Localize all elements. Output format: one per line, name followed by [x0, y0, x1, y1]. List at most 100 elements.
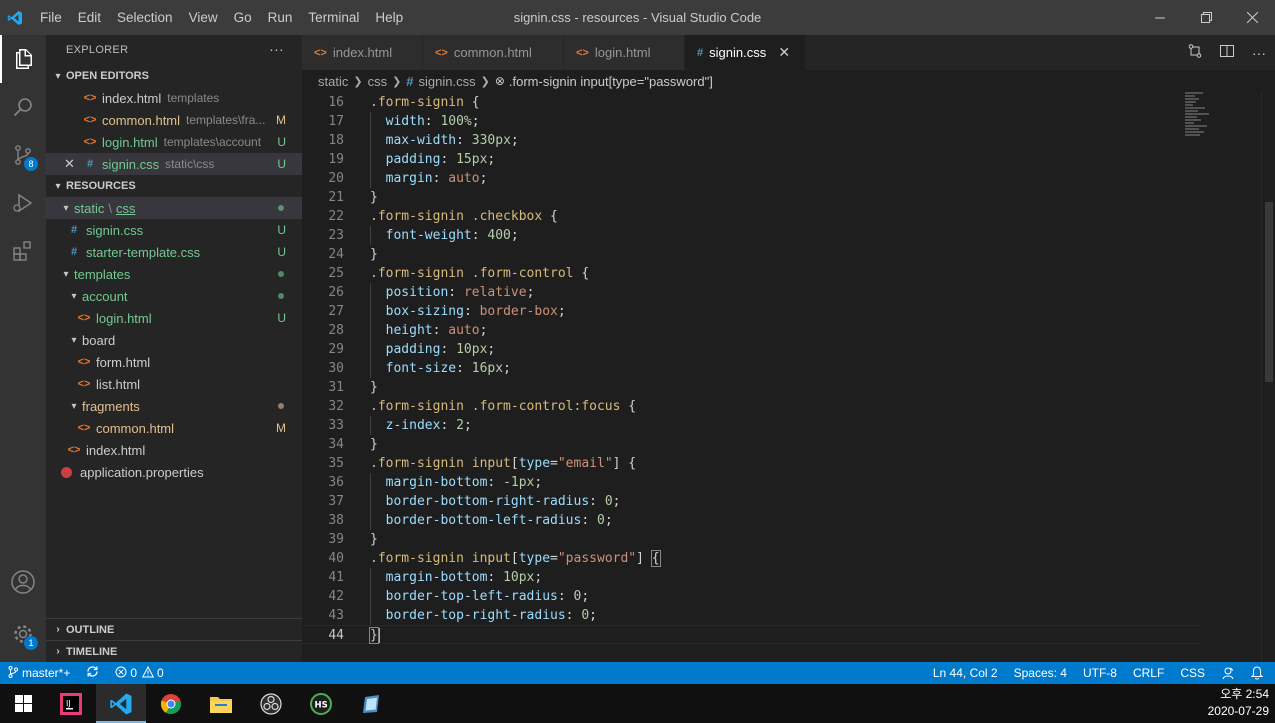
obs-taskbar-icon[interactable]: [246, 684, 296, 723]
code-editor[interactable]: 16 .form-signin {17 width: 100%; 18 max-wi…: [302, 92, 1275, 662]
run-debug-icon[interactable]: [0, 179, 46, 227]
breadcrumb-segment[interactable]: static: [318, 74, 348, 89]
tree-file-signin[interactable]: # signin.css U: [46, 219, 302, 241]
tree-file-form[interactable]: <> form.html: [46, 351, 302, 373]
notifications-bell-icon[interactable]: [1243, 666, 1271, 680]
tree-folder-fragments[interactable]: ▾ fragments: [46, 395, 302, 417]
code-line[interactable]: 21}: [302, 188, 1202, 207]
accounts-icon[interactable]: [0, 558, 46, 606]
open-editor-common[interactable]: <> common.html templates\fra... M: [46, 109, 302, 131]
system-clock[interactable]: 오후 2:54 2020-07-29: [1208, 686, 1269, 720]
encoding[interactable]: UTF-8: [1075, 666, 1125, 680]
menu-terminal[interactable]: Terminal: [300, 0, 367, 35]
open-editor-index[interactable]: <> index.html templates: [46, 87, 302, 109]
tree-file-login[interactable]: <> login.html U: [46, 307, 302, 329]
more-actions-icon[interactable]: ···: [269, 41, 284, 57]
minimize-button[interactable]: [1137, 0, 1183, 35]
vscode-taskbar-icon[interactable]: [96, 684, 146, 723]
code-line[interactable]: 23 font-weight: 400;: [302, 226, 1202, 245]
search-icon[interactable]: [0, 83, 46, 131]
code-line[interactable]: 29 padding: 10px;: [302, 340, 1202, 359]
tab-index-html[interactable]: <> index.html ✕: [302, 35, 423, 70]
scrollbar-thumb[interactable]: [1265, 202, 1273, 382]
timeline-section[interactable]: › TIMELINE: [46, 640, 302, 662]
code-line[interactable]: 42 border-top-left-radius: 0;: [302, 587, 1202, 606]
breadcrumb-segment[interactable]: signin.css: [419, 74, 476, 89]
vertical-scrollbar[interactable]: [1261, 92, 1275, 662]
source-control-icon[interactable]: 8: [0, 131, 46, 179]
file-explorer-taskbar-icon[interactable]: [196, 684, 246, 723]
open-editors-section[interactable]: ▾ OPEN EDITORS: [46, 65, 302, 87]
close-icon[interactable]: ✕: [776, 44, 792, 61]
open-changes-icon[interactable]: [1179, 43, 1211, 62]
language-mode[interactable]: CSS: [1172, 666, 1213, 680]
end-of-line[interactable]: CRLF: [1125, 666, 1172, 680]
code-line[interactable]: 41 margin-bottom: 10px;: [302, 568, 1202, 587]
split-editor-icon[interactable]: [1211, 43, 1243, 62]
tree-folder-templates[interactable]: ▾ templates: [46, 263, 302, 285]
tree-file-list[interactable]: <> list.html: [46, 373, 302, 395]
tree-folder-static[interactable]: ▾ static \ css: [46, 197, 302, 219]
tree-folder-account[interactable]: ▾ account: [46, 285, 302, 307]
tree-folder-board[interactable]: ▾ board: [46, 329, 302, 351]
menu-view[interactable]: View: [181, 0, 226, 35]
menu-selection[interactable]: Selection: [109, 0, 181, 35]
code-line[interactable]: 30 font-size: 16px;: [302, 359, 1202, 378]
cursor-position[interactable]: Ln 44, Col 2: [925, 666, 1006, 680]
tab-common-html[interactable]: <> common.html ✕: [423, 35, 564, 70]
open-editor-login[interactable]: <> login.html templates\account U: [46, 131, 302, 153]
code-line[interactable]: 34}: [302, 435, 1202, 454]
outline-section[interactable]: › OUTLINE: [46, 618, 302, 640]
tree-file-common[interactable]: <> common.html M: [46, 417, 302, 439]
tab-signin-css[interactable]: # signin.css ✕: [685, 35, 806, 70]
code-line[interactable]: 20 margin: auto;: [302, 169, 1202, 188]
sync-status[interactable]: [78, 665, 107, 681]
code-line[interactable]: 19 padding: 15px;: [302, 150, 1202, 169]
menu-go[interactable]: Go: [226, 0, 260, 35]
close-window-button[interactable]: [1229, 0, 1275, 35]
breadcrumb-segment[interactable]: .form-signin input[type="password"]: [509, 74, 713, 89]
code-line[interactable]: 16 .form-signin {: [302, 93, 1202, 112]
code-line[interactable]: 39}: [302, 530, 1202, 549]
code-line[interactable]: 36 margin-bottom: -1px;: [302, 473, 1202, 492]
code-line[interactable]: 40 .form-signin input[type="password"] {: [302, 549, 1202, 568]
code-line[interactable]: 43 border-top-right-radius: 0;: [302, 606, 1202, 625]
menu-file[interactable]: File: [32, 0, 70, 35]
intellij-taskbar-icon[interactable]: IJ: [46, 684, 96, 723]
tree-file-starter[interactable]: # starter-template.css U: [46, 241, 302, 263]
code-line[interactable]: 18 max-width: 330px;: [302, 131, 1202, 150]
open-editor-signin[interactable]: ✕ # signin.css static\css U: [46, 153, 302, 175]
code-line[interactable]: 28 height: auto;: [302, 321, 1202, 340]
code-line[interactable]: 31}: [302, 378, 1202, 397]
minimap[interactable]: [1185, 92, 1215, 152]
app-taskbar-icon[interactable]: [346, 684, 396, 723]
explorer-icon[interactable]: [0, 35, 46, 83]
code-line[interactable]: 27 box-sizing: border-box;: [302, 302, 1202, 321]
resources-section[interactable]: ▾ RESOURCES: [46, 175, 302, 197]
code-line[interactable]: 37 border-bottom-right-radius: 0;: [302, 492, 1202, 511]
code-line[interactable]: 38 border-bottom-left-radius: 0;: [302, 511, 1202, 530]
hs-app-taskbar-icon[interactable]: HS: [296, 684, 346, 723]
code-line[interactable]: 33 z-index: 2;: [302, 416, 1202, 435]
close-icon[interactable]: ✕: [542, 44, 554, 61]
code-line[interactable]: 24}: [302, 245, 1202, 264]
tree-file-properties[interactable]: application.properties: [46, 461, 302, 483]
more-actions-icon[interactable]: ···: [1243, 45, 1275, 61]
menu-edit[interactable]: Edit: [70, 0, 109, 35]
breadcrumb-segment[interactable]: css: [368, 74, 388, 89]
close-icon[interactable]: ✕: [64, 156, 82, 172]
branch-status[interactable]: master*+: [0, 665, 78, 681]
code-line[interactable]: 17 width: 100%;: [302, 112, 1202, 131]
code-line[interactable]: 25 .form-signin .form-control {: [302, 264, 1202, 283]
code-line[interactable]: 32 .form-signin .form-control:focus {: [302, 397, 1202, 416]
code-line[interactable]: 35 .form-signin input[type="email"] {: [302, 454, 1202, 473]
code-line[interactable]: 22 .form-signin .checkbox {: [302, 207, 1202, 226]
indentation[interactable]: Spaces: 4: [1006, 666, 1075, 680]
code-line[interactable]: 44}: [302, 625, 1202, 644]
problems-status[interactable]: 0 0: [107, 665, 171, 681]
tab-login-html[interactable]: <> login.html ✕: [564, 35, 685, 70]
menu-help[interactable]: Help: [367, 0, 411, 35]
close-icon[interactable]: ✕: [402, 44, 414, 61]
manage-gear-icon[interactable]: 1: [0, 610, 46, 658]
windows-start-icon[interactable]: [0, 684, 46, 723]
